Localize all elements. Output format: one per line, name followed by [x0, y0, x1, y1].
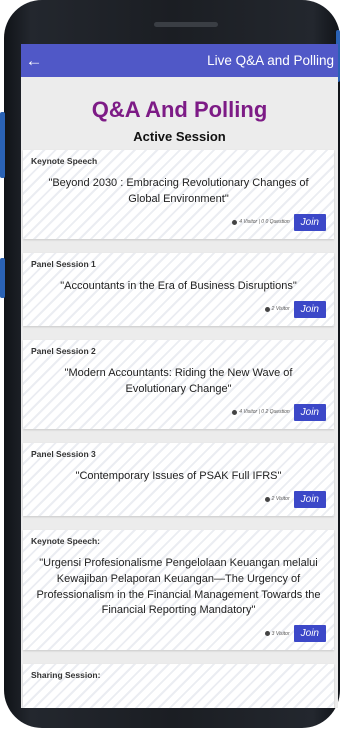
session-card: Panel Session 1 "Accountants in the Era … — [23, 252, 334, 326]
join-button[interactable]: Join — [293, 213, 326, 231]
session-stats: 2 Visitor — [264, 306, 290, 313]
session-type: Panel Session 2 — [31, 345, 96, 356]
visitor-icon — [232, 409, 238, 415]
session-card: Keynote Speech "Beyond 2030 : Embracing … — [23, 150, 334, 239]
session-type: Keynote Speech — [31, 156, 98, 166]
session-stats: 4 Visitor | 0 0 Question — [232, 219, 290, 226]
visitor-icon — [264, 631, 270, 637]
session-stats: 4 Visitor | 0 2 Question — [232, 409, 290, 416]
visitor-icon — [264, 306, 270, 312]
session-stats: 2 Visitor — [264, 496, 290, 503]
join-button[interactable]: Join — [293, 490, 326, 508]
session-title: "Beyond 2030 : Embracing Revolutionary C… — [48, 177, 309, 205]
session-type: Sharing Session: — [31, 670, 101, 681]
session-stats-text: 3 Visitor — [271, 630, 290, 637]
session-title: "Urgensi Profesionalisme Pengelolaan Keu… — [36, 556, 321, 617]
session-stats-text: 4 Visitor | 0 2 Question — [239, 409, 290, 416]
session-title: "Accountants in the Era of Business Disr… — [60, 279, 297, 292]
page-title: Q&A And Polling — [91, 97, 268, 122]
session-card: Panel Session 3 "Contemporary Issues of … — [23, 442, 334, 516]
session-stats: 3 Visitor — [264, 630, 290, 637]
session-card: Panel Session 2 "Modern Accountants: Rid… — [23, 339, 334, 429]
session-card: Keynote Speech: "Urgensi Profesionalisme… — [23, 529, 334, 651]
session-title: "Contemporary Issues of PSAK Full IFRS" — [75, 469, 282, 482]
arrow-left-icon[interactable]: ← — [25, 44, 43, 77]
app-bar-title: Live Q&A and Polling — [207, 53, 334, 68]
visitor-icon — [264, 496, 270, 502]
session-stats-text: 4 Visitor | 0 0 Question — [239, 219, 290, 226]
session-stats-text: 2 Visitor — [271, 306, 290, 313]
visitor-icon — [232, 219, 238, 225]
join-button[interactable]: Join — [293, 300, 326, 318]
page-subtitle: Active Session — [133, 129, 226, 144]
phone-bottom-bezel — [21, 708, 338, 728]
session-title: "Modern Accountants: Riding the New Wave… — [64, 366, 293, 395]
session-type: Panel Session 3 — [31, 448, 96, 459]
session-card: Sharing Session: — [23, 664, 334, 708]
session-stats-text: 2 Visitor — [271, 496, 290, 503]
speaker-grille — [154, 22, 218, 27]
side-button — [0, 112, 5, 178]
app-bar: ← Live Q&A and Polling — [21, 44, 338, 77]
join-button[interactable]: Join — [293, 403, 326, 421]
side-button — [0, 258, 5, 298]
session-type: Keynote Speech: — [31, 535, 100, 546]
app-screen: ← Live Q&A and Polling Q&A And Polling A… — [21, 44, 338, 708]
join-button[interactable]: Join — [293, 625, 326, 643]
session-type: Panel Session 1 — [31, 258, 96, 269]
